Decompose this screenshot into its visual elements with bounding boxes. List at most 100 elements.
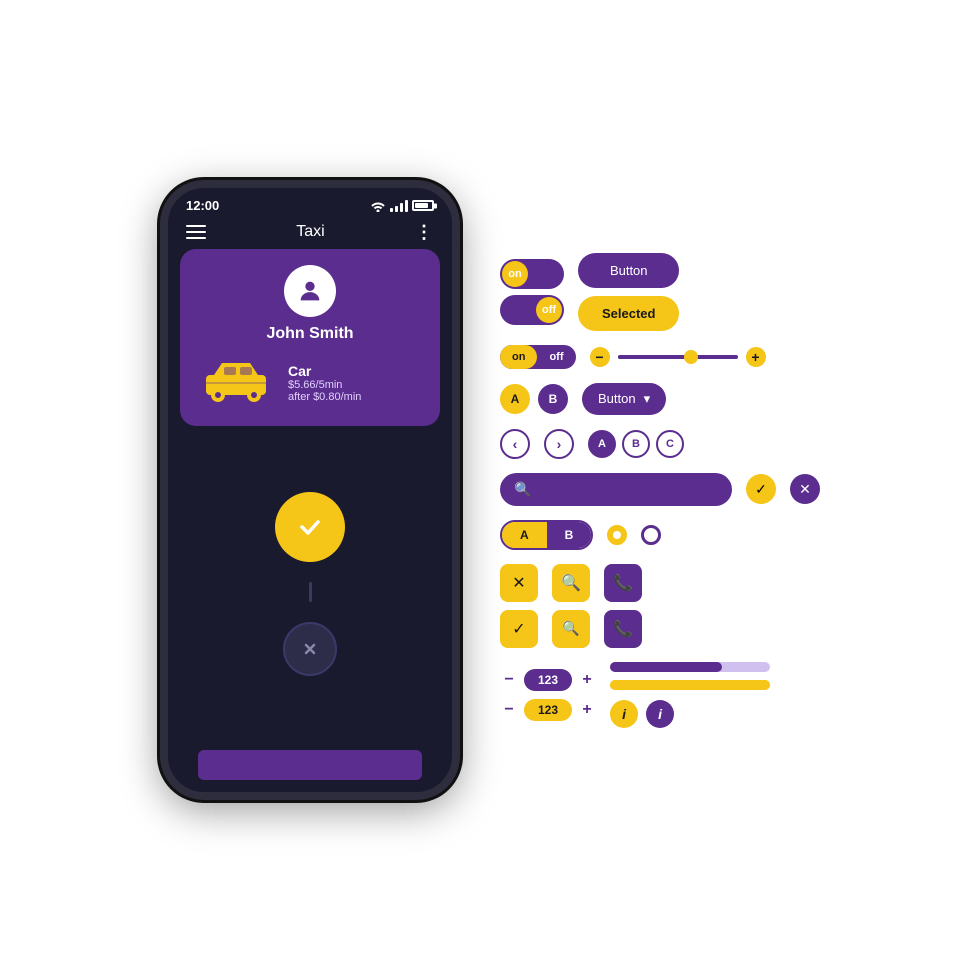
icon-btn-col-1: ✕ ✓ bbox=[500, 564, 538, 648]
signal-bar-1 bbox=[390, 208, 393, 212]
status-bar: 12:00 bbox=[168, 188, 452, 217]
close-icon-button-yellow[interactable]: ✕ bbox=[500, 564, 538, 602]
row-pill-slider: on off − + bbox=[500, 345, 820, 369]
stepper-minus-1[interactable]: − bbox=[500, 671, 518, 689]
car-icon bbox=[196, 355, 276, 405]
phone-icon-button-purple-1[interactable]: 📞 bbox=[604, 564, 642, 602]
check-icon-button-yellow[interactable]: ✓ bbox=[500, 610, 538, 648]
stepper-value-1[interactable]: 123 bbox=[524, 669, 572, 691]
car-after-price: after $0.80/min bbox=[288, 391, 361, 403]
toggle-on-label: on bbox=[508, 268, 521, 280]
search-icon-button-yellow-2[interactable]: 🔍 bbox=[552, 610, 590, 648]
icon-btn-col-2: 🔍 🔍 bbox=[552, 564, 590, 648]
pill-c[interactable]: C bbox=[656, 430, 684, 458]
toggle-knob-off: off bbox=[536, 297, 562, 323]
status-time: 12:00 bbox=[186, 198, 219, 213]
toggle-off-switch[interactable]: off bbox=[500, 295, 564, 325]
button-selected[interactable]: Selected bbox=[578, 296, 679, 331]
phone-icon-button-purple-2[interactable]: 📞 bbox=[604, 610, 642, 648]
signal-bar-3 bbox=[400, 203, 403, 212]
more-options-button[interactable]: ⋮ bbox=[415, 223, 434, 241]
car-section: Car $5.66/5min after $0.80/min bbox=[196, 355, 424, 410]
arrow-left-button[interactable]: ‹ bbox=[500, 429, 530, 459]
confirm-button[interactable] bbox=[275, 492, 345, 562]
info-btn-group: i i bbox=[610, 700, 770, 728]
x-icon bbox=[300, 639, 320, 659]
row-icon-buttons: ✕ ✓ 🔍 🔍 📞 📞 bbox=[500, 564, 820, 648]
avatar bbox=[284, 265, 336, 317]
check-icon bbox=[294, 511, 326, 543]
stepper-plus-1[interactable]: + bbox=[578, 671, 596, 689]
radio-a[interactable]: A bbox=[500, 384, 530, 414]
hamburger-line-2 bbox=[186, 231, 206, 233]
row-search-actions: 🔍 ✓ ✕ bbox=[500, 473, 820, 506]
search-icon: 🔍 bbox=[514, 481, 531, 498]
row-steppers-progress: − 123 + − 123 + i bbox=[500, 662, 820, 728]
row-tab-radio: A B bbox=[500, 520, 820, 550]
stepper-purple: − 123 + bbox=[500, 669, 596, 691]
phone-mockup: 12:00 bbox=[160, 180, 460, 800]
chevron-down-icon: ▾ bbox=[644, 391, 651, 407]
progress-bar-1 bbox=[610, 662, 770, 672]
pill-off: off bbox=[537, 345, 575, 369]
stepper-group: − 123 + − 123 + bbox=[500, 669, 596, 721]
signal-bars bbox=[390, 200, 408, 212]
stepper-minus-2[interactable]: − bbox=[500, 701, 518, 719]
close-button[interactable]: ✕ bbox=[790, 474, 820, 504]
search-icon-button-yellow-1[interactable]: 🔍 bbox=[552, 564, 590, 602]
progress-fill-2 bbox=[610, 680, 770, 690]
radio-group-ab: A B bbox=[500, 384, 568, 414]
radio-dot-inner bbox=[613, 531, 621, 539]
pill-on: on bbox=[500, 345, 537, 369]
ui-components-panel: on off Button Selected on off bbox=[500, 253, 820, 728]
check-button[interactable]: ✓ bbox=[746, 474, 776, 504]
pill-b[interactable]: B bbox=[622, 430, 650, 458]
slider-track[interactable] bbox=[618, 355, 738, 359]
radio-dot-empty[interactable] bbox=[641, 525, 661, 545]
info-button-purple[interactable]: i bbox=[646, 700, 674, 728]
progress-bar-group: i i bbox=[610, 662, 770, 728]
phone-content bbox=[168, 426, 452, 742]
button-default[interactable]: Button bbox=[578, 253, 679, 288]
stepper-yellow: − 123 + bbox=[500, 699, 596, 721]
signal-bar-2 bbox=[395, 206, 398, 212]
slider-knob[interactable] bbox=[684, 350, 698, 364]
hamburger-line-3 bbox=[186, 237, 206, 239]
search-input[interactable] bbox=[539, 482, 718, 497]
car-icon-wrap bbox=[196, 355, 276, 410]
battery-fill bbox=[415, 203, 428, 208]
stepper-plus-2[interactable]: + bbox=[578, 701, 596, 719]
slider-minus-button[interactable]: − bbox=[590, 347, 610, 367]
signal-bar-4 bbox=[405, 200, 408, 212]
progress-fill-1 bbox=[610, 662, 722, 672]
hamburger-menu[interactable] bbox=[186, 225, 206, 239]
button-group: Button Selected bbox=[578, 253, 679, 331]
phone-bottom-bar bbox=[198, 750, 422, 780]
row-toggle-buttons: on off Button Selected bbox=[500, 253, 820, 331]
cancel-button[interactable] bbox=[283, 622, 337, 676]
nav-title: Taxi bbox=[296, 223, 324, 241]
radio-dot-filled[interactable] bbox=[607, 525, 627, 545]
tab-b[interactable]: B bbox=[547, 522, 592, 548]
car-info: Car $5.66/5min after $0.80/min bbox=[288, 363, 361, 403]
dropdown-button[interactable]: Button ▾ bbox=[582, 383, 666, 415]
slider-fill bbox=[618, 355, 690, 359]
arrow-right-button[interactable]: › bbox=[544, 429, 574, 459]
row-radio-dropdown: A B Button ▾ bbox=[500, 383, 820, 415]
status-icons bbox=[370, 200, 434, 212]
toggle-on-switch[interactable]: on bbox=[500, 259, 564, 289]
row-arrows-abc: ‹ › A B C bbox=[500, 429, 820, 459]
info-button-yellow[interactable]: i bbox=[610, 700, 638, 728]
user-icon bbox=[296, 277, 324, 305]
slider-plus-button[interactable]: + bbox=[746, 347, 766, 367]
search-bar[interactable]: 🔍 bbox=[500, 473, 732, 506]
radio-b[interactable]: B bbox=[538, 384, 568, 414]
pill-a[interactable]: A bbox=[588, 430, 616, 458]
on-off-pill[interactable]: on off bbox=[500, 345, 576, 369]
abc-group: A B C bbox=[588, 430, 684, 458]
profile-card: John Smith bbox=[180, 249, 440, 426]
tab-a[interactable]: A bbox=[502, 522, 547, 548]
icon-btn-col-3: 📞 📞 bbox=[604, 564, 642, 648]
stepper-value-2[interactable]: 123 bbox=[524, 699, 572, 721]
tab-group-ab[interactable]: A B bbox=[500, 520, 593, 550]
